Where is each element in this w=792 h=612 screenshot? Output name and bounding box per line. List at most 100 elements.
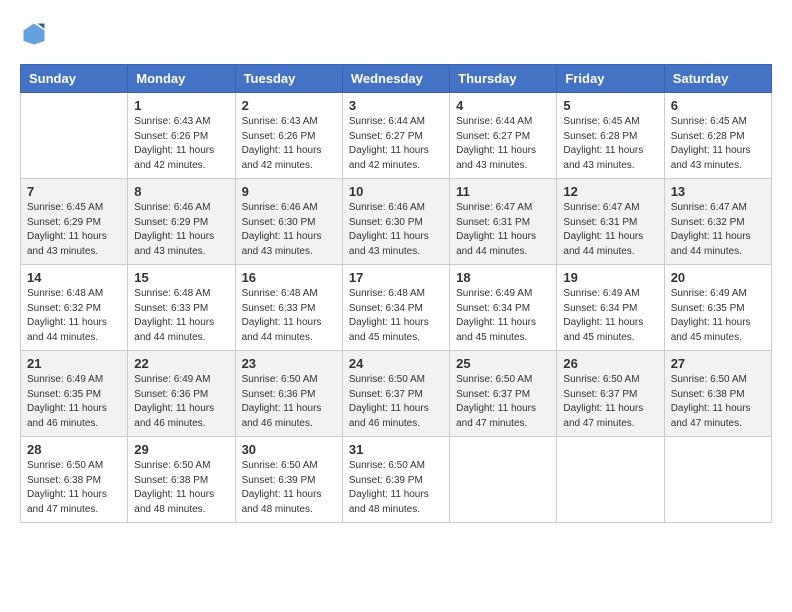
weekday-header-sunday: Sunday [21,65,128,93]
day-info: Sunrise: 6:48 AM Sunset: 6:34 PM Dayligh… [349,287,443,345]
calendar-cell: 8Sunrise: 6:46 AM Sunset: 6:29 PM Daylig… [128,179,235,265]
day-number: 25 [456,356,550,371]
day-number: 31 [349,442,443,457]
day-number: 23 [242,356,336,371]
weekday-header-monday: Monday [128,65,235,93]
day-info: Sunrise: 6:48 AM Sunset: 6:33 PM Dayligh… [134,287,228,345]
day-number: 9 [242,184,336,199]
day-number: 4 [456,98,550,113]
weekday-header-saturday: Saturday [664,65,771,93]
day-info: Sunrise: 6:49 AM Sunset: 6:35 PM Dayligh… [671,287,765,345]
calendar-cell [450,437,557,523]
day-info: Sunrise: 6:45 AM Sunset: 6:28 PM Dayligh… [671,115,765,173]
weekday-header-wednesday: Wednesday [342,65,449,93]
logo-icon [20,20,48,48]
day-number: 6 [671,98,765,113]
day-number: 28 [27,442,121,457]
calendar-header-row: SundayMondayTuesdayWednesdayThursdayFrid… [21,65,772,93]
calendar-cell: 21 Sunrise: 6:49 AM Sunset: 6:35 PM Dayli… [21,351,128,437]
day-info: Sunrise: 6:46 AM Sunset: 6:29 PM Dayligh… [134,201,228,259]
day-number: 24 [349,356,443,371]
weekday-header-tuesday: Tuesday [235,65,342,93]
day-info: Sunrise: 6:50 AM Sunset: 6:38 PM Dayligh… [27,459,121,517]
day-number: 7 [27,184,121,199]
day-number: 15 [134,270,228,285]
calendar-cell: 13Sunrise: 6:47 AM Sunset: 6:32 PM Dayli… [664,179,771,265]
calendar-cell: 26 Sunrise: 6:50 AM Sunset: 6:37 PM Dayli… [557,351,664,437]
day-info: Sunrise: 6:48 AM Sunset: 6:33 PM Dayligh… [242,287,336,345]
calendar-cell: 31 Sunrise: 6:50 AM Sunset: 6:39 PM Dayli… [342,437,449,523]
calendar-week-row: 7 Sunrise: 6:45 AM Sunset: 6:29 PM Daylig… [21,179,772,265]
day-info: Sunrise: 6:50 AM Sunset: 6:38 PM Dayligh… [134,459,228,517]
day-number: 19 [563,270,657,285]
day-number: 22 [134,356,228,371]
calendar-cell: 1 Sunrise: 6:43 AM Sunset: 6:26 PM Daylig… [128,93,235,179]
day-info: Sunrise: 6:47 AM Sunset: 6:31 PM Dayligh… [456,201,550,259]
day-number: 12 [563,184,657,199]
day-number: 18 [456,270,550,285]
day-number: 13 [671,184,765,199]
calendar-week-row: 14 Sunrise: 6:48 AM Sunset: 6:32 PM Dayli… [21,265,772,351]
day-info: Sunrise: 6:50 AM Sunset: 6:37 PM Dayligh… [563,373,657,431]
day-info: Sunrise: 6:45 AM Sunset: 6:28 PM Dayligh… [563,115,657,173]
calendar-cell: 29 Sunrise: 6:50 AM Sunset: 6:38 PM Dayli… [128,437,235,523]
day-info: Sunrise: 6:50 AM Sunset: 6:37 PM Dayligh… [349,373,443,431]
calendar-cell: 19 Sunrise: 6:49 AM Sunset: 6:34 PM Dayli… [557,265,664,351]
day-number: 26 [563,356,657,371]
day-info: Sunrise: 6:46 AM Sunset: 6:30 PM Dayligh… [242,201,336,259]
calendar-cell [664,437,771,523]
calendar-cell: 12 Sunrise: 6:47 AM Sunset: 6:31 PM Dayli… [557,179,664,265]
calendar-cell: 6 Sunrise: 6:45 AM Sunset: 6:28 PM Daylig… [664,93,771,179]
day-number: 3 [349,98,443,113]
day-number: 29 [134,442,228,457]
calendar-cell: 30 Sunrise: 6:50 AM Sunset: 6:39 PM Dayli… [235,437,342,523]
day-info: Sunrise: 6:44 AM Sunset: 6:27 PM Dayligh… [456,115,550,173]
day-number: 2 [242,98,336,113]
weekday-header-thursday: Thursday [450,65,557,93]
calendar-cell: 16Sunrise: 6:48 AM Sunset: 6:33 PM Dayli… [235,265,342,351]
day-info: Sunrise: 6:50 AM Sunset: 6:39 PM Dayligh… [349,459,443,517]
calendar-cell: 20 Sunrise: 6:49 AM Sunset: 6:35 PM Dayli… [664,265,771,351]
calendar-cell: 24 Sunrise: 6:50 AM Sunset: 6:37 PM Dayli… [342,351,449,437]
day-info: Sunrise: 6:43 AM Sunset: 6:26 PM Dayligh… [134,115,228,173]
calendar-cell: 9 Sunrise: 6:46 AM Sunset: 6:30 PM Daylig… [235,179,342,265]
day-number: 17 [349,270,443,285]
day-number: 1 [134,98,228,113]
day-number: 21 [27,356,121,371]
calendar-cell: 27 Sunrise: 6:50 AM Sunset: 6:38 PM Dayli… [664,351,771,437]
day-info: Sunrise: 6:49 AM Sunset: 6:35 PM Dayligh… [27,373,121,431]
calendar-cell: 25Sunrise: 6:50 AM Sunset: 6:37 PM Dayli… [450,351,557,437]
day-info: Sunrise: 6:49 AM Sunset: 6:34 PM Dayligh… [456,287,550,345]
day-info: Sunrise: 6:50 AM Sunset: 6:38 PM Dayligh… [671,373,765,431]
calendar-cell: 23 Sunrise: 6:50 AM Sunset: 6:36 PM Dayli… [235,351,342,437]
day-info: Sunrise: 6:46 AM Sunset: 6:30 PM Dayligh… [349,201,443,259]
calendar-cell: 17 Sunrise: 6:48 AM Sunset: 6:34 PM Dayli… [342,265,449,351]
calendar-cell: 22 Sunrise: 6:49 AM Sunset: 6:36 PM Dayli… [128,351,235,437]
day-number: 20 [671,270,765,285]
calendar-cell: 2Sunrise: 6:43 AM Sunset: 6:26 PM Daylig… [235,93,342,179]
calendar-cell [557,437,664,523]
day-number: 30 [242,442,336,457]
day-info: Sunrise: 6:50 AM Sunset: 6:39 PM Dayligh… [242,459,336,517]
day-number: 11 [456,184,550,199]
day-info: Sunrise: 6:50 AM Sunset: 6:36 PM Dayligh… [242,373,336,431]
calendar-week-row: 21 Sunrise: 6:49 AM Sunset: 6:35 PM Dayli… [21,351,772,437]
day-info: Sunrise: 6:49 AM Sunset: 6:36 PM Dayligh… [134,373,228,431]
calendar-table: SundayMondayTuesdayWednesdayThursdayFrid… [20,64,772,523]
day-info: Sunrise: 6:45 AM Sunset: 6:29 PM Dayligh… [27,201,121,259]
day-info: Sunrise: 6:48 AM Sunset: 6:32 PM Dayligh… [27,287,121,345]
day-number: 27 [671,356,765,371]
day-number: 5 [563,98,657,113]
day-number: 14 [27,270,121,285]
weekday-header-friday: Friday [557,65,664,93]
calendar-cell: 14 Sunrise: 6:48 AM Sunset: 6:32 PM Dayli… [21,265,128,351]
calendar-week-row: 1 Sunrise: 6:43 AM Sunset: 6:26 PM Daylig… [21,93,772,179]
day-number: 10 [349,184,443,199]
day-info: Sunrise: 6:44 AM Sunset: 6:27 PM Dayligh… [349,115,443,173]
calendar-cell: 28 Sunrise: 6:50 AM Sunset: 6:38 PM Dayli… [21,437,128,523]
calendar-cell: 11 Sunrise: 6:47 AM Sunset: 6:31 PM Dayli… [450,179,557,265]
calendar-cell [21,93,128,179]
day-info: Sunrise: 6:47 AM Sunset: 6:31 PM Dayligh… [563,201,657,259]
day-info: Sunrise: 6:49 AM Sunset: 6:34 PM Dayligh… [563,287,657,345]
calendar-cell: 3 Sunrise: 6:44 AM Sunset: 6:27 PM Daylig… [342,93,449,179]
